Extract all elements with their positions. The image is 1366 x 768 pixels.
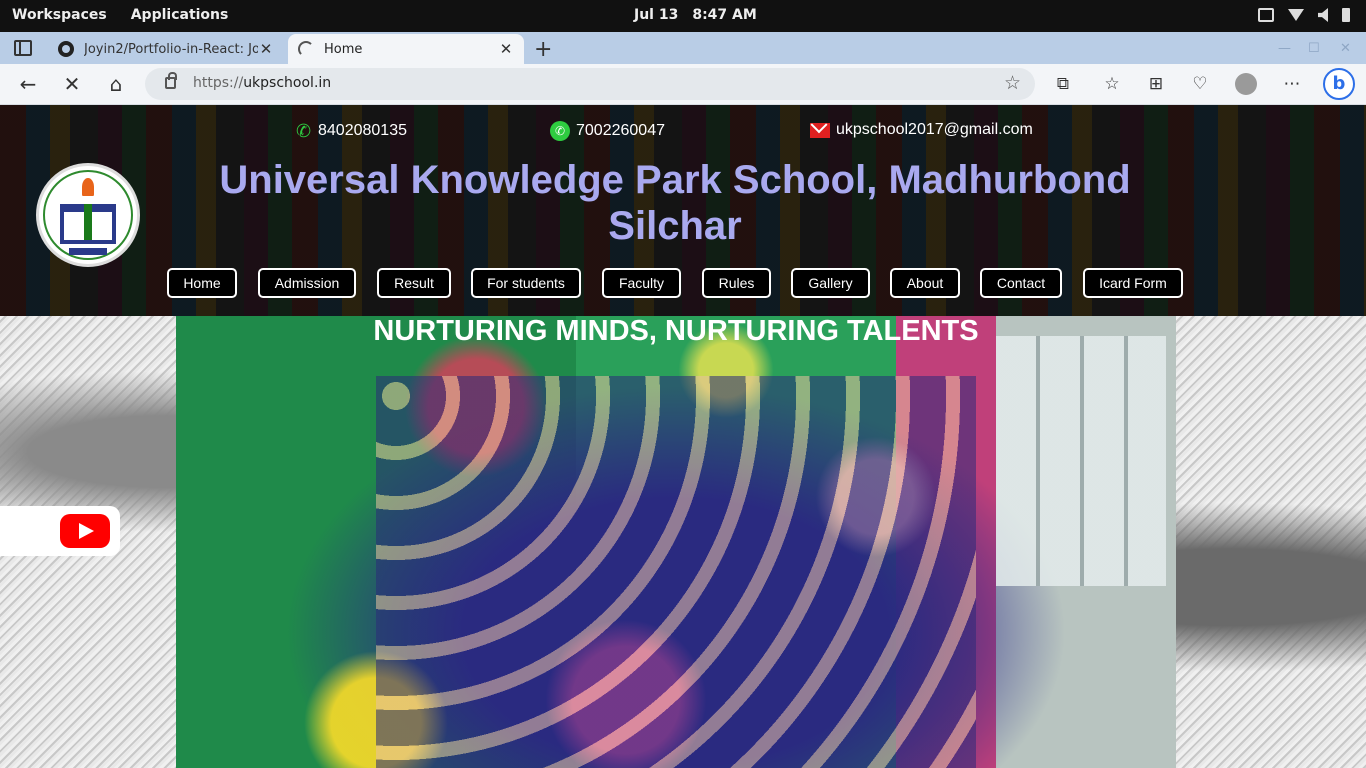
school-title-line2: Silchar	[608, 204, 742, 248]
system-tray[interactable]	[1258, 8, 1350, 22]
os-top-bar: Workspaces Applications Jul 13 8:47 AM	[0, 0, 1366, 32]
new-tab-button[interactable]: +	[534, 37, 552, 62]
lock-icon[interactable]	[165, 72, 177, 89]
applications-menu[interactable]: Applications	[131, 7, 229, 23]
back-button[interactable]: ←	[16, 72, 40, 96]
volume-icon[interactable]	[1318, 8, 1328, 22]
favorites-icon[interactable]: ☆	[1100, 72, 1124, 96]
school-logo[interactable]	[36, 163, 140, 267]
favorite-star-icon[interactable]: ☆	[1004, 72, 1021, 94]
nav-admission[interactable]: Admission	[258, 268, 356, 298]
nav-faculty[interactable]: Faculty	[602, 268, 681, 298]
nav-contact[interactable]: Contact	[980, 268, 1062, 298]
window-close-icon[interactable]: ✕	[1340, 41, 1351, 56]
email-address: ukpschool2017@gmail.com	[836, 121, 1033, 138]
clock-date: Jul 13	[634, 7, 679, 23]
github-icon	[58, 41, 74, 57]
close-icon[interactable]: ✕	[258, 40, 274, 58]
nav-rules[interactable]: Rules	[702, 268, 771, 298]
mail-icon	[810, 122, 830, 138]
url-text[interactable]: https://ukpschool.in	[193, 75, 331, 91]
wifi-icon[interactable]	[1288, 9, 1304, 21]
minimize-icon[interactable]: —	[1278, 41, 1291, 56]
site-header: ✆ 8402080135 ✆ 7002260047 ukpschool2017@…	[0, 105, 1366, 316]
nav-for-students[interactable]: For students	[471, 268, 581, 298]
youtube-widget[interactable]	[0, 506, 120, 556]
email-contact[interactable]: ukpschool2017@gmail.com	[810, 121, 1033, 139]
whatsapp-number: 7002260047	[576, 122, 665, 139]
performance-icon[interactable]: ♡	[1188, 72, 1212, 96]
tab-strip: Joyin2/Portfolio-in-React: Joy ✕ Home ✕ …	[0, 32, 1366, 64]
profile-avatar[interactable]	[1235, 73, 1257, 95]
tab-title: Home	[324, 41, 363, 57]
clock-time: 8:47 AM	[692, 7, 757, 23]
tab-github[interactable]: Joyin2/Portfolio-in-React: Joy ✕	[48, 34, 284, 64]
clock[interactable]: Jul 13 8:47 AM	[634, 7, 757, 23]
workspaces-menu[interactable]: Workspaces	[12, 7, 107, 23]
school-title-line1: Universal Knowledge Park School, Madhurb…	[219, 158, 1131, 202]
address-bar[interactable]: https://ukpschool.in ☆	[145, 68, 1035, 100]
phone-number: 8402080135	[318, 122, 407, 139]
school-title: Universal Knowledge Park School, Madhurb…	[150, 157, 1200, 249]
tab-title: Joyin2/Portfolio-in-React: Joy	[84, 41, 258, 57]
phone-icon: ✆	[296, 121, 312, 141]
tab-actions-icon[interactable]	[14, 40, 32, 56]
nav-icard-form[interactable]: Icard Form	[1083, 268, 1183, 298]
bing-copilot-icon[interactable]: b	[1323, 68, 1355, 100]
web-page: ✆ 8402080135 ✆ 7002260047 ukpschool2017@…	[0, 105, 1366, 768]
home-button[interactable]: ⌂	[104, 72, 128, 96]
youtube-icon[interactable]	[60, 514, 110, 548]
stop-loading-button[interactable]: ✕	[60, 72, 84, 96]
loading-icon	[298, 41, 314, 57]
tab-home[interactable]: Home ✕	[288, 34, 524, 64]
torch-icon	[82, 178, 94, 196]
close-icon[interactable]: ✕	[498, 40, 514, 58]
browser-toolbar: ← ✕ ⌂ https://ukpschool.in ☆ ⧉ ☆ ⊞ ♡ ⋯ b	[0, 64, 1366, 105]
whatsapp-icon: ✆	[550, 121, 570, 141]
screen-icon[interactable]	[1258, 8, 1274, 22]
extensions-icon[interactable]: ⧉	[1051, 72, 1075, 96]
phone-contact[interactable]: ✆ 8402080135	[296, 121, 407, 141]
maximize-icon[interactable]: ☐	[1308, 41, 1320, 56]
battery-icon[interactable]	[1342, 8, 1350, 22]
nav-gallery[interactable]: Gallery	[791, 268, 870, 298]
hero-image	[176, 316, 1176, 768]
nav-home[interactable]: Home	[167, 268, 237, 298]
nav-result[interactable]: Result	[377, 268, 451, 298]
collections-icon[interactable]: ⊞	[1144, 72, 1168, 96]
more-menu-icon[interactable]: ⋯	[1280, 72, 1304, 96]
hero-tagline: NURTURING MINDS, NURTURING TALENTS	[373, 315, 979, 347]
whatsapp-contact[interactable]: ✆ 7002260047	[550, 121, 665, 141]
nav-about[interactable]: About	[890, 268, 960, 298]
